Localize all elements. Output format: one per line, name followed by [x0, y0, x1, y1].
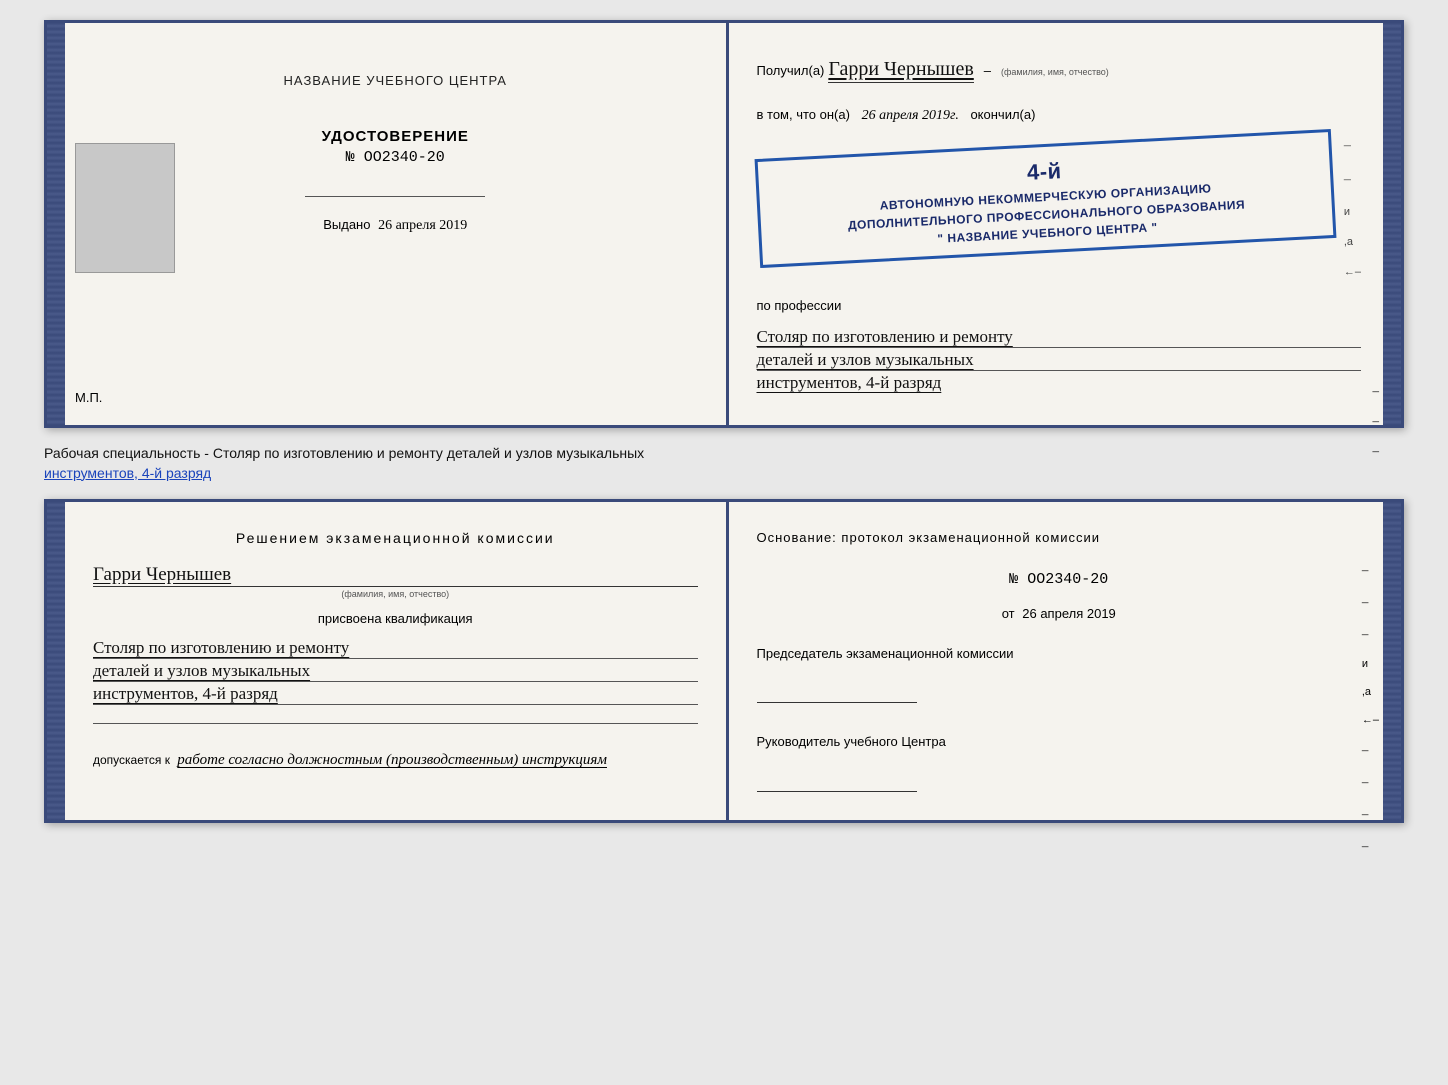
vtom-prefix: в том, что он(а) [757, 107, 850, 122]
prisvoena-text: присвоена квалификация [93, 611, 698, 626]
fio-hint-top: (фамилия, имя, отчество) [1001, 67, 1109, 77]
dopuskaetsya-block: допускается к работе согласно должностны… [93, 752, 698, 769]
ot-date-block: от 26 апреля 2019 [757, 606, 1362, 621]
ot-date: 26 апреля 2019 [1022, 606, 1116, 621]
udostoverenie-title: УДОСТОВЕРЕНИЕ [322, 128, 469, 145]
document-caption: Рабочая специальность - Столяр по изгото… [44, 444, 1404, 483]
bottom-name-block: Гарри Чернышев (фамилия, имя, отчество) [93, 564, 698, 599]
qualification-block: Столяр по изготовлению и ремонту деталей… [93, 638, 698, 707]
mp-label: М.П. [75, 390, 102, 405]
rukovoditel-signature-line [757, 772, 917, 792]
poluchil-prefix: Получил(а) [757, 63, 825, 78]
qual-line2: деталей и узлов музыкальных [93, 661, 698, 682]
okonchil: окончил(а) [970, 107, 1035, 122]
caption-text2: инструментов, 4-й разряд [44, 465, 211, 481]
profession-line1: Столяр по изготовлению и ремонту [757, 327, 1362, 348]
right-dashes-top: – – и ,а ←– [1344, 138, 1361, 278]
profession-line3: инструментов, 4-й разряд [757, 373, 1362, 393]
top-document-spread: НАЗВАНИЕ УЧЕБНОГО ЦЕНТРА УДОСТОВЕРЕНИЕ №… [44, 20, 1404, 428]
dopuskaetsya-value: работе согласно должностным (производств… [177, 752, 607, 768]
vtom-block: в том, что он(а) 26 апреля 2019г. окончи… [757, 107, 1362, 124]
bottom-person-name: Гарри Чернышев [93, 564, 698, 587]
udostoverenie-number: № OO2340-20 [346, 149, 445, 166]
vydano-label: Выдано [323, 217, 370, 232]
osnovanie-text: Основание: протокол экзаменационной коми… [757, 530, 1362, 545]
ot-label: от [1002, 606, 1015, 621]
vtom-date: 26 апреля 2019г. [862, 108, 959, 123]
profession-line2: деталей и узлов музыкальных [757, 350, 1362, 371]
top-page-left: НАЗВАНИЕ УЧЕБНОГО ЦЕНТРА УДОСТОВЕРЕНИЕ №… [47, 23, 729, 425]
top-page-right: Получил(а) Гарри Чернышев – (фамилия, им… [729, 23, 1402, 425]
bottom-page-right: Основание: протокол экзаменационной коми… [729, 502, 1402, 819]
caption-text1: Рабочая специальность - Столяр по изгото… [44, 445, 644, 461]
protocol-number: № OO2340-20 [757, 571, 1362, 588]
bottom-page-left: Решением экзаменационной комиссии Гарри … [47, 502, 729, 819]
bottom-document-spread: Решением экзаменационной комиссии Гарри … [44, 499, 1404, 822]
rukovoditel-block: Руководитель учебного Центра [757, 733, 1362, 791]
profession-block: Столяр по изготовлению и ремонту деталей… [757, 327, 1362, 395]
recipient-name: Гарри Чернышев [828, 58, 973, 83]
predsedatel-label: Председатель экзаменационной комиссии [757, 645, 1362, 663]
dopuskaetsya-label: допускается к [93, 753, 170, 767]
right-dashes-bottom: – – – [1373, 383, 1380, 459]
bottom-fio-hint: (фамилия, имя, отчество) [93, 589, 698, 599]
rukovoditel-label: Руководитель учебного Центра [757, 733, 1362, 751]
predsedatel-block: Председатель экзаменационной комиссии [757, 645, 1362, 703]
vydano-date: 26 апреля 2019 [378, 218, 467, 233]
org-name-label: НАЗВАНИЕ УЧЕБНОГО ЦЕНТРА [284, 73, 507, 88]
stamp-block: 4-й АВТОНОМНУЮ НЕКОММЕРЧЕСКУЮ ОРГАНИЗАЦИ… [754, 129, 1336, 268]
udostoverenie-block: УДОСТОВЕРЕНИЕ № OO2340-20 [322, 128, 469, 166]
bottom-right-dashes: – – – и ,а ←– – – – – [1362, 562, 1379, 854]
poluchil-line: Получил(а) Гарри Чернышев – (фамилия, им… [757, 58, 1362, 83]
vydano-line: Выдано 26 апреля 2019 [323, 217, 467, 234]
qual-line3: инструментов, 4-й разряд [93, 684, 698, 705]
predsedatel-signature-line [757, 683, 917, 703]
po-professii-label: по профессии [757, 298, 1362, 313]
resheniyem-title: Решением экзаменационной комиссии [93, 530, 698, 546]
qual-line1: Столяр по изготовлению и ремонту [93, 638, 698, 659]
photo-placeholder [75, 143, 175, 273]
